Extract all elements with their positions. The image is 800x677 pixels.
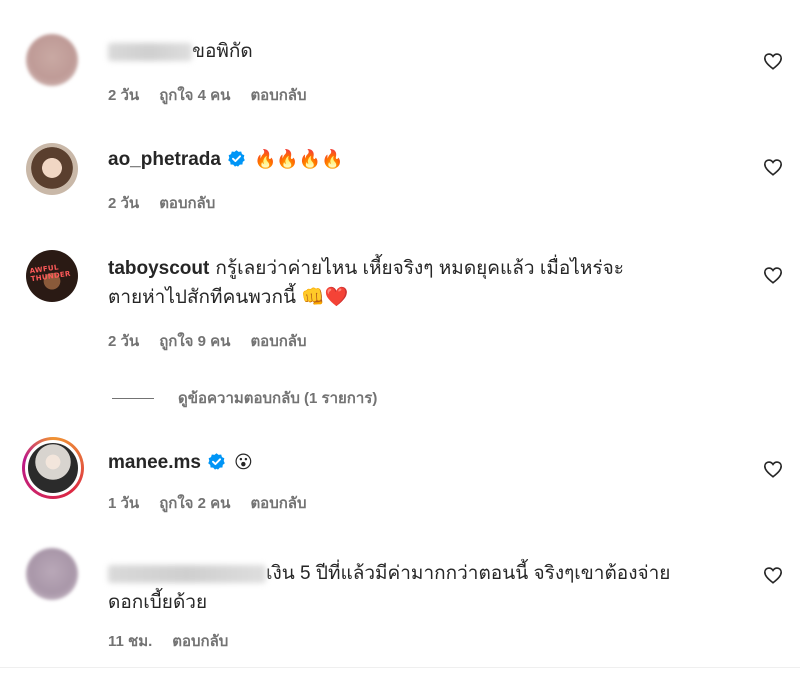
reply-button[interactable]: ตอบกลับ <box>159 191 215 215</box>
reply-button[interactable]: ตอบกลับ <box>250 491 306 515</box>
comment-time[interactable]: 2 วัน <box>108 191 139 215</box>
heart-outline-icon[interactable] <box>763 460 783 478</box>
username-blurred[interactable] <box>108 42 192 61</box>
comment-body: ao_phetrada 🔥🔥🔥🔥 <box>108 145 728 174</box>
comment-body: manee.ms 😮 <box>108 448 728 477</box>
heart-outline-icon[interactable] <box>763 566 783 584</box>
view-replies-label: ดูข้อความตอบกลับ (1 รายการ) <box>178 390 378 407</box>
comment-time[interactable]: 2 วัน <box>108 83 139 107</box>
avatar-logo-text: AWFUL THUNDER <box>29 263 72 284</box>
reply-button[interactable]: ตอบกลับ <box>250 329 306 353</box>
avatar[interactable]: AWFUL THUNDER <box>26 250 78 302</box>
verified-badge-icon <box>228 150 245 167</box>
avatar[interactable] <box>26 143 78 195</box>
comment-time[interactable]: 2 วัน <box>108 329 139 353</box>
avatar[interactable] <box>26 34 78 86</box>
comment-meta: 11 ชม. ตอบกลับ <box>108 629 228 653</box>
view-replies-button[interactable]: ดูข้อความตอบกลับ (1 รายการ) <box>112 386 377 410</box>
comment-text-line-2: ตายห่าไปสักทีคนพวกนี้ 👊❤️ <box>108 287 349 308</box>
reply-button[interactable]: ตอบกลับ <box>250 83 306 107</box>
comment-text: กรู้เลยว่าค่ายไหน เหี้ยจริงๆ หมดยุคแล้ว … <box>215 258 624 279</box>
verified-badge-icon <box>208 453 225 470</box>
comment-text: ขอพิกัด <box>192 41 253 62</box>
comment-body: taboyscout กรู้เลยว่าค่ายไหน เหี้ยจริงๆ ห… <box>108 254 728 312</box>
username[interactable]: ao_phetrada <box>108 149 221 170</box>
heart-outline-icon[interactable] <box>763 266 783 284</box>
avatar[interactable] <box>26 548 78 600</box>
comment-meta: 2 วัน ถูกใจ 4 คน ตอบกลับ <box>108 83 307 107</box>
comment-text-line-2: ดอกเบี้ยด้วย <box>108 592 208 613</box>
likes-count[interactable]: ถูกใจ 2 คน <box>159 491 230 515</box>
comment-body: เงิน 5 ปีที่แล้วมีค่ามากกว่าตอนนี้ จริงๆ… <box>108 559 728 617</box>
comment-meta: 1 วัน ถูกใจ 2 คน ตอบกลับ <box>108 491 307 515</box>
avatar-story-ring[interactable] <box>22 437 84 499</box>
avatar <box>25 440 81 496</box>
heart-outline-icon[interactable] <box>763 158 783 176</box>
heart-outline-icon[interactable] <box>763 52 783 70</box>
reply-button[interactable]: ตอบกลับ <box>172 629 228 653</box>
username[interactable]: manee.ms <box>108 452 201 473</box>
comment-body: ขอพิกัด <box>108 37 728 66</box>
divider <box>0 667 800 668</box>
comment-text: 😮 <box>233 452 253 473</box>
likes-count[interactable]: ถูกใจ 4 คน <box>159 83 230 107</box>
comment-meta: 2 วัน ถูกใจ 9 คน ตอบกลับ <box>108 329 307 353</box>
comment-text: เงิน 5 ปีที่แล้วมีค่ามากกว่าตอนนี้ จริงๆ… <box>266 563 671 584</box>
username-blurred[interactable] <box>108 564 266 583</box>
username[interactable]: taboyscout <box>108 258 209 279</box>
comment-meta: 2 วัน ตอบกลับ <box>108 191 215 215</box>
divider-line <box>112 397 154 399</box>
likes-count[interactable]: ถูกใจ 9 คน <box>159 329 230 353</box>
comment-text: 🔥🔥🔥🔥 <box>253 149 344 170</box>
comment-time[interactable]: 1 วัน <box>108 491 139 515</box>
comment-time[interactable]: 11 ชม. <box>108 629 152 653</box>
